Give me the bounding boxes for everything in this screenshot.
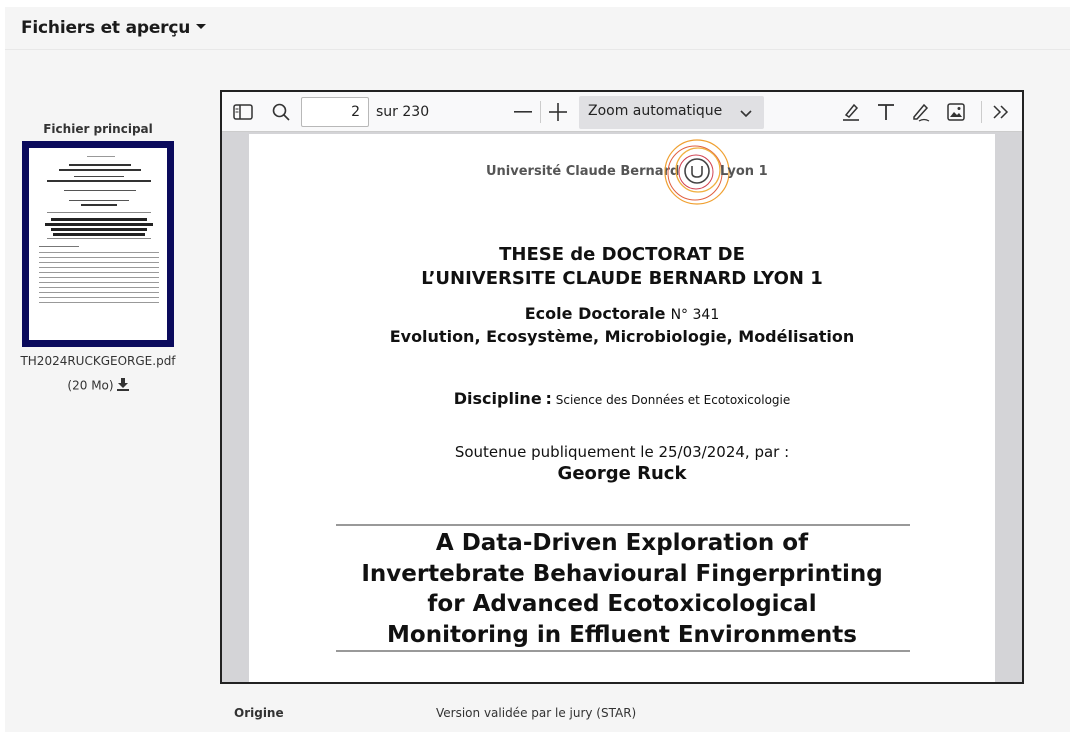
chevron-down-icon <box>740 106 752 122</box>
discipline: Discipline : Science des Données et Ecot… <box>249 389 995 408</box>
more-tools-icon[interactable] <box>989 100 1013 124</box>
zoom-out-icon[interactable] <box>511 100 535 124</box>
file-size: (20 Mo) <box>14 378 182 394</box>
thesis-title-line: A Data-Driven Exploration of <box>435 530 809 556</box>
toolbar-separator <box>540 101 541 123</box>
page-number-input[interactable]: 2 <box>301 97 369 127</box>
heading-line-1: THESE de DOCTORAT DE <box>499 244 745 265</box>
document-heading: THESE de DOCTORAT DE L’UNIVERSITE CLAUDE… <box>249 243 995 291</box>
defense-date: Soutenue publiquement le 25/03/2024, par… <box>454 443 790 461</box>
doctoral-school-label: Ecole Doctorale <box>524 304 666 323</box>
download-icon[interactable] <box>116 378 129 394</box>
panel-header[interactable]: Fichiers et aperçu <box>5 7 1070 50</box>
section-title[interactable]: Fichiers et aperçu <box>21 18 207 38</box>
thesis-title: A Data-Driven Exploration of Invertebrat… <box>249 528 995 650</box>
main-file-label: Fichier principal <box>43 122 153 136</box>
zoom-in-icon[interactable] <box>546 100 570 124</box>
pdf-page: Université Claude Bernard Lyon 1 THESE d… <box>249 134 995 682</box>
zoom-select-value: Zoom automatique <box>588 103 723 119</box>
image-icon[interactable] <box>944 100 968 124</box>
file-size-text: (20 Mo) <box>67 378 114 393</box>
zoom-select[interactable]: Zoom automatique <box>579 96 764 129</box>
doctoral-school-name: Evolution, Ecosystème, Microbiologie, Mo… <box>389 327 855 346</box>
origin-value: Version validée par le jury (STAR) <box>436 706 637 720</box>
highlight-icon[interactable] <box>839 100 863 124</box>
caret-down-icon <box>196 23 207 29</box>
thesis-title-line: for Advanced Ecotoxicological <box>427 591 817 617</box>
discipline-label: Discipline <box>453 389 542 408</box>
university-city: Lyon 1 <box>720 164 768 179</box>
discipline-separator: : <box>545 389 552 408</box>
title-rule-bottom <box>336 650 910 652</box>
section-title-text: Fichiers et aperçu <box>21 18 191 38</box>
thesis-title-line: Invertebrate Behavioural Fingerprinting <box>361 560 883 587</box>
search-icon[interactable] <box>269 100 293 124</box>
text-icon[interactable] <box>874 100 898 124</box>
discipline-value: Science des Données et Ecotoxicologie <box>555 393 791 407</box>
page-count: sur 230 <box>376 104 430 120</box>
author-name: George Ruck <box>557 463 687 484</box>
doctoral-school: Ecole Doctorale N° 341 Evolution, Ecosys… <box>249 303 995 347</box>
doctoral-school-number: N° 341 <box>670 307 720 323</box>
thumbnail-page <box>29 148 167 340</box>
toolbar-separator <box>981 101 982 123</box>
file-thumbnail[interactable] <box>22 141 174 347</box>
heading-line-2: L’UNIVERSITE CLAUDE BERNARD LYON 1 <box>421 268 823 289</box>
viewer-toolbar: 2 sur 230 Zoom automatique <box>222 92 1022 132</box>
sidebar-toggle-icon[interactable] <box>231 100 255 124</box>
pdf-viewer: 2 sur 230 Zoom automatique Université Cl… <box>220 90 1024 684</box>
university-name: Université Claude Bernard <box>486 164 680 179</box>
title-rule-top <box>336 524 910 526</box>
file-name-link[interactable]: TH2024RUCKGEORGE.pdf <box>14 354 182 368</box>
thesis-title-line: Monitoring in Effluent Environments <box>387 621 857 648</box>
draw-icon[interactable] <box>909 100 933 124</box>
origin-label: Origine <box>234 706 284 720</box>
